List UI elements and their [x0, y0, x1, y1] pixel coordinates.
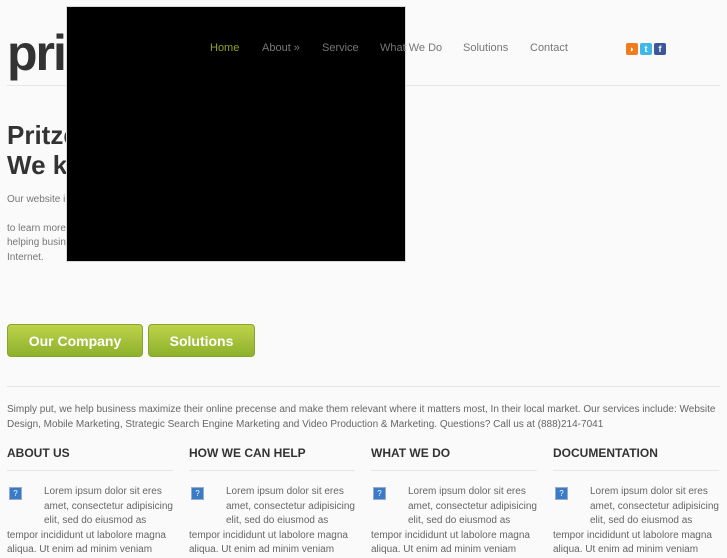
hero-text: Internet. — [7, 252, 44, 263]
solutions-button[interactable]: Solutions — [148, 324, 255, 357]
image-placeholder-icon: ? — [373, 487, 386, 500]
column-title: ABOUT US — [7, 446, 173, 471]
nav-home[interactable]: Home — [210, 42, 239, 54]
nav-solutions[interactable]: Solutions — [463, 42, 508, 54]
social-links: ◗ t f — [626, 43, 666, 55]
intro-text: Simply put, we help business maximize th… — [7, 404, 716, 430]
nav-service[interactable]: Service — [322, 42, 359, 54]
logo[interactable]: pri — [7, 28, 67, 78]
image-placeholder-icon: ? — [555, 487, 568, 500]
hero-text: helping busin — [7, 237, 66, 248]
column-title: DOCUMENTATION — [553, 446, 719, 471]
image-placeholder-icon: ? — [191, 487, 204, 500]
our-company-button[interactable]: Our Company — [7, 324, 143, 357]
nav-what-we-do[interactable]: What We Do — [380, 42, 442, 54]
image-placeholder-icon: ? — [9, 487, 22, 500]
hero-text: Our website i — [7, 194, 66, 205]
column-about-us: ABOUT US ? Lorem ipsum dolor sit eres ame… — [7, 446, 173, 558]
column-how-we-can-help: HOW WE CAN HELP ? Lorem ipsum dolor sit e… — [189, 446, 355, 558]
column-what-we-do: WHAT WE DO ? Lorem ipsum dolor sit eres a… — [371, 446, 537, 558]
hero-text: to learn more — [7, 223, 66, 234]
nav-about[interactable]: About » — [262, 42, 300, 54]
facebook-icon[interactable]: f — [654, 43, 666, 55]
section-divider — [7, 386, 720, 387]
rss-icon[interactable]: ◗ — [626, 43, 638, 55]
nav-contact[interactable]: Contact — [530, 42, 568, 54]
twitter-icon[interactable]: t — [640, 43, 652, 55]
column-title: HOW WE CAN HELP — [189, 446, 355, 471]
column-documentation: DOCUMENTATION ? Lorem ipsum dolor sit ere… — [553, 446, 719, 558]
column-title: WHAT WE DO — [371, 446, 537, 471]
